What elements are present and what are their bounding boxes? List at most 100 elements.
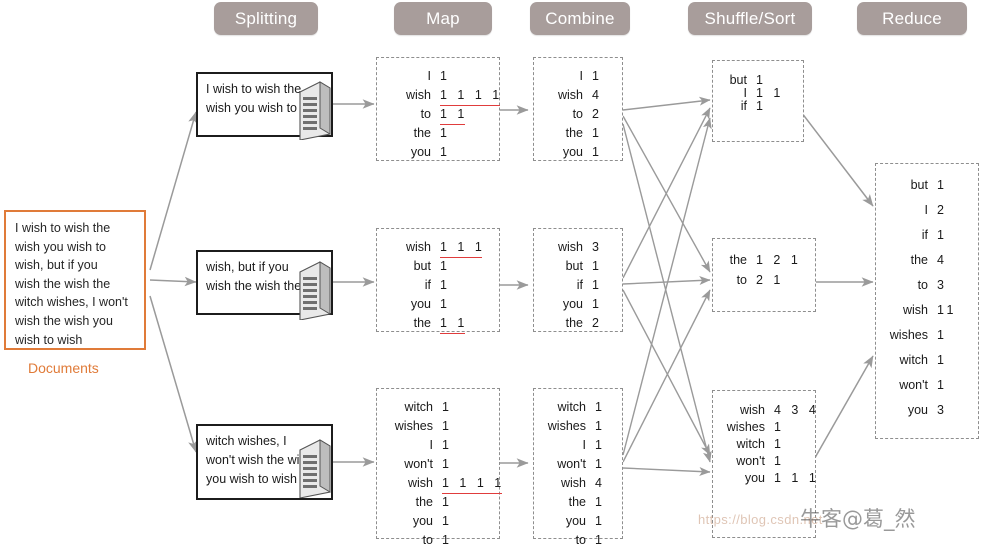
- kv-row: you 1: [387, 295, 485, 314]
- kv-row: you 1: [387, 143, 503, 162]
- kv-row: wish 11: [878, 301, 957, 320]
- kv-key: I: [429, 438, 433, 452]
- kv-row: the 1 2 1: [721, 251, 801, 270]
- kv-key: witch: [404, 400, 433, 414]
- kv-values: 1: [756, 99, 767, 113]
- shuffle-box-1: but 1 I 1 1 if 1: [712, 60, 804, 142]
- reduce-box: but 1 I 2 if 1 the 4 to 3 wish 11 wishes 1 witch 1 won't…: [875, 163, 979, 439]
- kv-values: 1 1 1: [440, 238, 485, 259]
- kv-values: 2: [937, 203, 948, 217]
- kv-values: 1: [440, 278, 451, 292]
- kv-key: the: [415, 495, 433, 509]
- stage-header-map: Map: [394, 2, 492, 35]
- kv-row: you 1: [543, 295, 602, 314]
- split-line: wish, but if you: [206, 260, 289, 274]
- kv-key: won't: [899, 378, 928, 392]
- kv-values: 1: [440, 69, 451, 83]
- kv-values: 1 1 1 1: [440, 86, 503, 107]
- documents-line: wish you wish to: [15, 239, 107, 254]
- kv-values: 1: [442, 514, 453, 528]
- kv-values: 1: [937, 228, 948, 242]
- kv-row: the 1 1: [387, 314, 485, 335]
- map-box-3: witch 1 wishes 1 I 1 won't 1 wish 1 1 1 1 the 1 you 1…: [376, 388, 502, 547]
- kv-row: to 1 1: [387, 105, 503, 126]
- kv-key: the: [565, 316, 583, 330]
- map-box-1: I 1 wish 1 1 1 1 to 1 1 the 1 you 1: [376, 57, 500, 161]
- combine-box-3: witch 1 wishes 1 I 1 won't 1 wish 4 the 1 you 1 to 1: [533, 388, 623, 547]
- documents-to-splits-arrows: [149, 111, 198, 453]
- shuffle-box-2: the 1 2 1 to 2 1: [712, 238, 816, 312]
- kv-key: if: [921, 228, 928, 242]
- documents-line: wish the wish you: [15, 313, 113, 328]
- kv-row: wishes 1: [381, 417, 505, 436]
- kv-key: but: [413, 259, 431, 273]
- kv-values: 1 1 1: [774, 471, 820, 485]
- documents-line: I wish to wish the: [15, 221, 111, 235]
- kv-row: to 1: [381, 531, 505, 550]
- kv-row: to 2: [543, 105, 602, 124]
- kv-values: 1: [595, 495, 606, 509]
- kv-values: 3: [592, 240, 603, 254]
- kv-row: won't 1: [878, 376, 957, 395]
- kv-values: 1: [592, 278, 603, 292]
- kv-row: wish 4: [543, 86, 602, 105]
- kv-row: I1: [538, 436, 605, 455]
- kv-row: the 1: [538, 493, 605, 512]
- kv-key: you: [907, 403, 928, 417]
- split-line: I wish to wish the: [206, 82, 302, 96]
- kv-values: 1: [937, 178, 948, 192]
- stage-header-splitting: Splitting: [214, 2, 318, 35]
- kv-values: 3: [937, 278, 948, 292]
- kv-row: wish 4: [538, 474, 605, 493]
- kv-row: to 1: [538, 531, 605, 550]
- kv-key: I: [924, 203, 928, 217]
- kv-values: 4: [937, 253, 948, 267]
- kv-values: 1: [440, 259, 451, 273]
- kv-key: witch: [557, 400, 586, 414]
- kv-row: you 1: [543, 143, 602, 162]
- kv-values: 1: [442, 419, 453, 433]
- kv-values: 2: [592, 107, 603, 121]
- kv-key: the: [910, 253, 928, 267]
- kv-values: 1: [595, 419, 606, 433]
- kv-row: I2: [878, 201, 957, 220]
- kv-row: wish 1 1 1: [387, 238, 485, 259]
- combine-to-shuffle-arrows: [622, 96, 712, 476]
- kv-row: witch 1: [538, 398, 605, 417]
- documents-box: I wish to wish the wish you wish to wish…: [4, 210, 146, 350]
- kv-values: 1: [592, 297, 603, 311]
- server-icon: [299, 261, 331, 320]
- kv-values: 1: [592, 259, 603, 273]
- kv-values: 11: [937, 303, 957, 317]
- kv-key: the: [413, 316, 431, 330]
- kv-values: 4: [595, 476, 606, 490]
- kv-key: but: [910, 178, 928, 192]
- kv-key: wishes: [394, 419, 433, 433]
- stage-header-reduce: Reduce: [857, 2, 967, 35]
- kv-row: to 3: [878, 276, 957, 295]
- kv-values: 1: [595, 400, 606, 414]
- kv-key: you: [410, 145, 431, 159]
- kv-row: if 1: [721, 97, 784, 116]
- kv-values: 1: [937, 378, 948, 392]
- kv-key: to: [917, 278, 928, 292]
- kv-key: to: [572, 107, 583, 121]
- kv-key: wish: [557, 88, 583, 102]
- kv-row: the 2: [543, 314, 602, 333]
- kv-key: to: [575, 533, 586, 547]
- kv-row: wishes 1: [538, 417, 605, 436]
- combine-box-2: wish 3 but 1 if 1 you 1 the 2: [533, 228, 623, 332]
- kv-row: won't 1: [381, 455, 505, 474]
- kv-row: the 1: [387, 124, 503, 143]
- split-line: witch wishes, I: [206, 434, 287, 448]
- kv-values: 2 1: [756, 273, 784, 287]
- kv-key: but: [565, 259, 583, 273]
- kv-row: wish 1 1 1 1: [381, 474, 505, 495]
- kv-values: 1: [442, 400, 453, 414]
- kv-values: 1 1: [440, 105, 468, 126]
- kv-row: witch 1: [381, 398, 505, 417]
- kv-row: you 3: [878, 401, 957, 420]
- kv-key: you: [410, 297, 431, 311]
- documents-label: Documents: [28, 360, 99, 376]
- kv-row: if 1: [387, 276, 485, 295]
